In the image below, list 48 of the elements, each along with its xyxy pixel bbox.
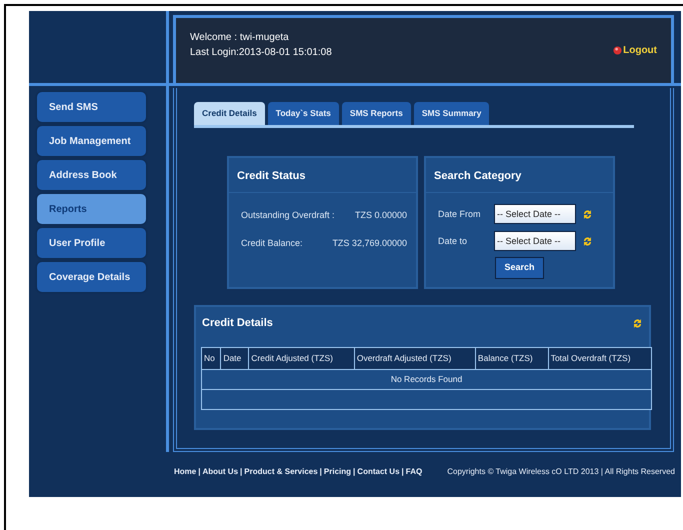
field-value: TZS 0.00000 — [354, 209, 407, 222]
footer-link[interactable]: Product & Services — [244, 466, 318, 478]
footer-link[interactable]: FAQ — [406, 466, 422, 478]
separator-text: | — [402, 466, 404, 478]
column-header: Credit Adjusted (TZS) — [248, 348, 354, 370]
field-label: Outstanding Overdraft : — [241, 209, 335, 222]
column-header: Balance (TZS) — [475, 348, 548, 370]
footer-link[interactable]: Pricing — [324, 466, 352, 478]
field-value: TZS 32,769.00000 — [332, 236, 407, 250]
footer-link[interactable]: Contact Us — [357, 466, 400, 478]
column-header: No — [202, 348, 221, 370]
search-button[interactable]: Search — [495, 257, 544, 279]
separator-text: | — [353, 466, 356, 478]
welcome-text: Welcome : twi-mugeta — [190, 31, 290, 45]
separator-text: | — [198, 466, 200, 478]
footer-link[interactable]: About Us — [202, 466, 238, 478]
panel-title: Search Category — [426, 158, 613, 194]
column-header: Overdraft Adjusted (TZS) — [354, 348, 476, 370]
footer-link[interactable]: Home — [174, 466, 196, 478]
panel-title: Credit Details — [202, 316, 273, 331]
tab[interactable]: Credit Details — [194, 102, 265, 125]
field-label: Date to — [438, 234, 468, 248]
empty-message: No Records Found — [202, 370, 652, 390]
sidebar-item[interactable]: Job Management — [37, 126, 146, 156]
tab[interactable]: SMS Summary — [414, 102, 490, 125]
date-field[interactable]: -- Select Date -- — [494, 231, 576, 252]
field-label: Credit Balance: — [241, 236, 303, 250]
sidebar-item[interactable]: Coverage Details — [37, 262, 146, 292]
refresh-icon[interactable] — [582, 208, 593, 221]
logout-icon — [613, 46, 622, 55]
separator-text: | — [240, 466, 242, 478]
logout-link[interactable]: Logout — [613, 30, 657, 71]
column-header: Total Overdraft (TZS) — [548, 348, 652, 370]
copyright-text: Copyrights © Twiga Wireless cO LTD 2013 | All Rights Reserved — [447, 466, 675, 478]
panel-title: Credit Status — [229, 158, 416, 194]
sidebar-item[interactable]: Send SMS — [37, 92, 146, 122]
sidebar-item[interactable]: Reports — [37, 194, 146, 224]
refresh-icon[interactable] — [582, 234, 593, 248]
column-header: Date — [220, 348, 249, 370]
tab[interactable]: Today`s Stats — [268, 102, 339, 125]
sidebar-item[interactable]: User Profile — [37, 228, 146, 258]
last-login-text: Last Login:2013-08-01 15:01:08 — [190, 46, 332, 60]
tab[interactable]: SMS Reports — [342, 102, 411, 125]
refresh-icon[interactable] — [632, 316, 643, 330]
date-field[interactable]: -- Select Date -- — [494, 204, 576, 224]
field-label: Date From — [438, 208, 482, 220]
sidebar-item[interactable]: Address Book — [37, 160, 146, 190]
separator-text: | — [320, 466, 322, 478]
